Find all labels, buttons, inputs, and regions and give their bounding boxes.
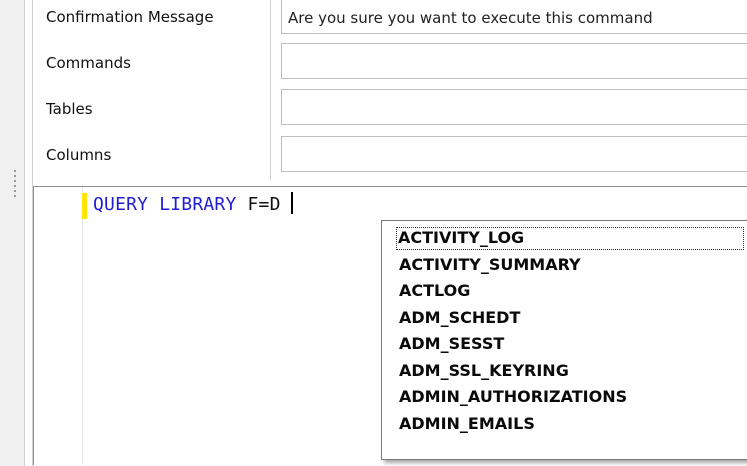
- autocomplete-item[interactable]: ADM_SCHEDT: [382, 305, 747, 332]
- splitter-grip-icon[interactable]: [14, 170, 16, 200]
- autocomplete-item[interactable]: ACTIVITY_LOG: [394, 225, 746, 252]
- editor-line-margin: [34, 187, 83, 465]
- confirmation-message-field[interactable]: Are you sure you want to execute this co…: [281, 0, 747, 34]
- editor-code-line[interactable]: QUERY LIBRARY F=D: [93, 192, 293, 215]
- commands-label: Commands: [46, 54, 131, 72]
- line-change-marker: [82, 193, 87, 219]
- autocomplete-item[interactable]: ADMIN_EMAILS: [382, 411, 747, 438]
- autocomplete-item[interactable]: ADM_SESST: [382, 331, 747, 358]
- commands-field[interactable]: [281, 43, 747, 79]
- autocomplete-item[interactable]: ADM_SSL_KEYRING: [382, 358, 747, 385]
- tables-label: Tables: [46, 100, 93, 118]
- autocomplete-item[interactable]: ACTIVITY_SUMMARY: [382, 252, 747, 279]
- autocomplete-item[interactable]: ACTLOG: [382, 278, 747, 305]
- columns-field[interactable]: [281, 136, 747, 172]
- autocomplete-list[interactable]: ACTIVITY_LOG ACTIVITY_SUMMARY ACTLOG ADM…: [381, 220, 747, 460]
- text-caret: [290, 192, 293, 214]
- tables-field[interactable]: [281, 89, 747, 125]
- columns-label: Columns: [46, 146, 112, 164]
- splitter-gutter[interactable]: [0, 0, 25, 466]
- query-keyword: QUERY LIBRARY: [93, 194, 237, 215]
- query-argument: F=D: [236, 194, 281, 215]
- autocomplete-item[interactable]: ADMIN_AUTHORIZATIONS: [382, 384, 747, 411]
- label-column-divider: [270, 0, 271, 180]
- confirmation-message-label: Confirmation Message: [46, 8, 214, 26]
